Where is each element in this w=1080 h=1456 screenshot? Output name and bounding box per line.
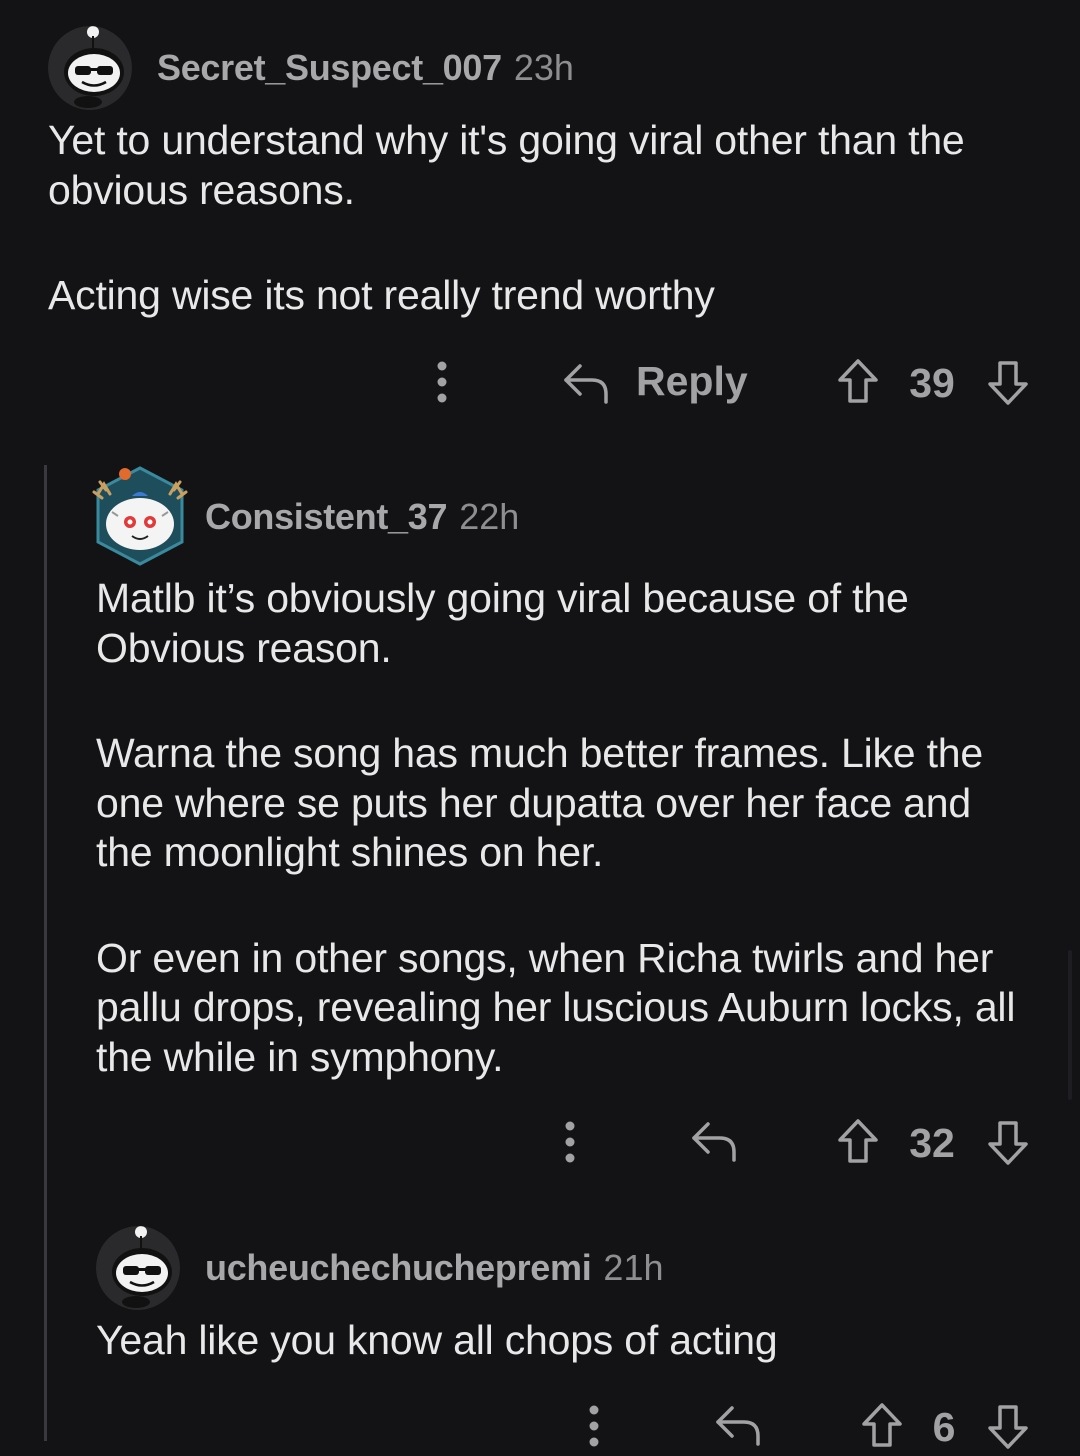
reply-arrow-icon	[564, 363, 608, 404]
more-vertical-icon	[565, 1121, 575, 1163]
vote-score: 39	[909, 360, 955, 406]
timestamp: 21h	[603, 1247, 664, 1288]
reply-arrow-icon	[716, 1406, 760, 1446]
more-options-button[interactable]	[424, 360, 460, 404]
comment-meta: Secret_Suspect_007 23h	[157, 48, 574, 88]
more-vertical-icon	[437, 361, 447, 403]
comment-actions: 6	[0, 1396, 1080, 1456]
reply-button[interactable]: Reply	[562, 358, 748, 405]
snoo-sunglasses-avatar-icon[interactable]	[96, 1226, 180, 1310]
scrollbar[interactable]	[1068, 950, 1072, 1100]
comment-paragraph: Or even in other songs, when Richa twirl…	[96, 934, 1016, 1080]
downvote-arrow-icon	[988, 361, 1028, 405]
reply-arrow-icon	[692, 1122, 736, 1162]
downvote-arrow-icon	[988, 1405, 1028, 1449]
downvote-button[interactable]	[986, 1120, 1030, 1166]
vote-score: 32	[909, 1120, 955, 1166]
downvote-arrow-icon	[988, 1121, 1028, 1165]
comment-paragraph: Yeah like you know all chops of acting	[96, 1317, 778, 1363]
upvote-button[interactable]	[836, 1118, 880, 1164]
comment-body: Yet to understand why it's going viral o…	[48, 116, 1038, 321]
upvote-button[interactable]	[836, 358, 880, 404]
username[interactable]: Consistent_37	[205, 496, 447, 537]
upvote-button[interactable]	[860, 1402, 904, 1448]
snoo-sunglasses-avatar-icon[interactable]	[48, 26, 132, 110]
reply-button[interactable]	[690, 1118, 738, 1162]
comment-paragraph: Yet to understand why it's going viral o…	[48, 117, 965, 213]
upvote-arrow-icon	[838, 359, 878, 403]
upvote-arrow-icon	[862, 1403, 902, 1447]
vote-score: 6	[932, 1404, 956, 1450]
comment-paragraph: Acting wise its not really trend worthy	[48, 272, 715, 318]
more-options-button[interactable]	[576, 1404, 612, 1448]
comment-actions: Reply 39	[0, 352, 1080, 412]
timestamp: 23h	[513, 47, 574, 88]
upvote-arrow-icon	[838, 1119, 878, 1163]
reply-button[interactable]	[714, 1402, 762, 1446]
comment-body: Yeah like you know all chops of acting	[96, 1316, 1036, 1366]
comment-meta: Consistent_37 22h	[205, 497, 519, 537]
downvote-button[interactable]	[986, 360, 1030, 406]
comment-paragraph: Matlb it’s obviously going viral because…	[96, 575, 909, 671]
comment-meta: ucheuchechuchepremi 21h	[205, 1248, 664, 1288]
username[interactable]: Secret_Suspect_007	[157, 47, 502, 88]
reply-label: Reply	[636, 358, 748, 404]
snoo-antlers-avatar-icon[interactable]	[92, 464, 188, 568]
username[interactable]: ucheuchechuchepremi	[205, 1247, 592, 1288]
comment-body: Matlb it’s obviously going viral because…	[96, 574, 1036, 1082]
timestamp: 22h	[459, 496, 520, 537]
more-vertical-icon	[589, 1405, 599, 1447]
thread-line[interactable]	[44, 465, 47, 1441]
comment-actions: 32	[0, 1112, 1080, 1172]
downvote-button[interactable]	[986, 1404, 1030, 1450]
comment-paragraph: Warna the song has much better frames. L…	[96, 730, 983, 875]
more-options-button[interactable]	[552, 1120, 588, 1164]
